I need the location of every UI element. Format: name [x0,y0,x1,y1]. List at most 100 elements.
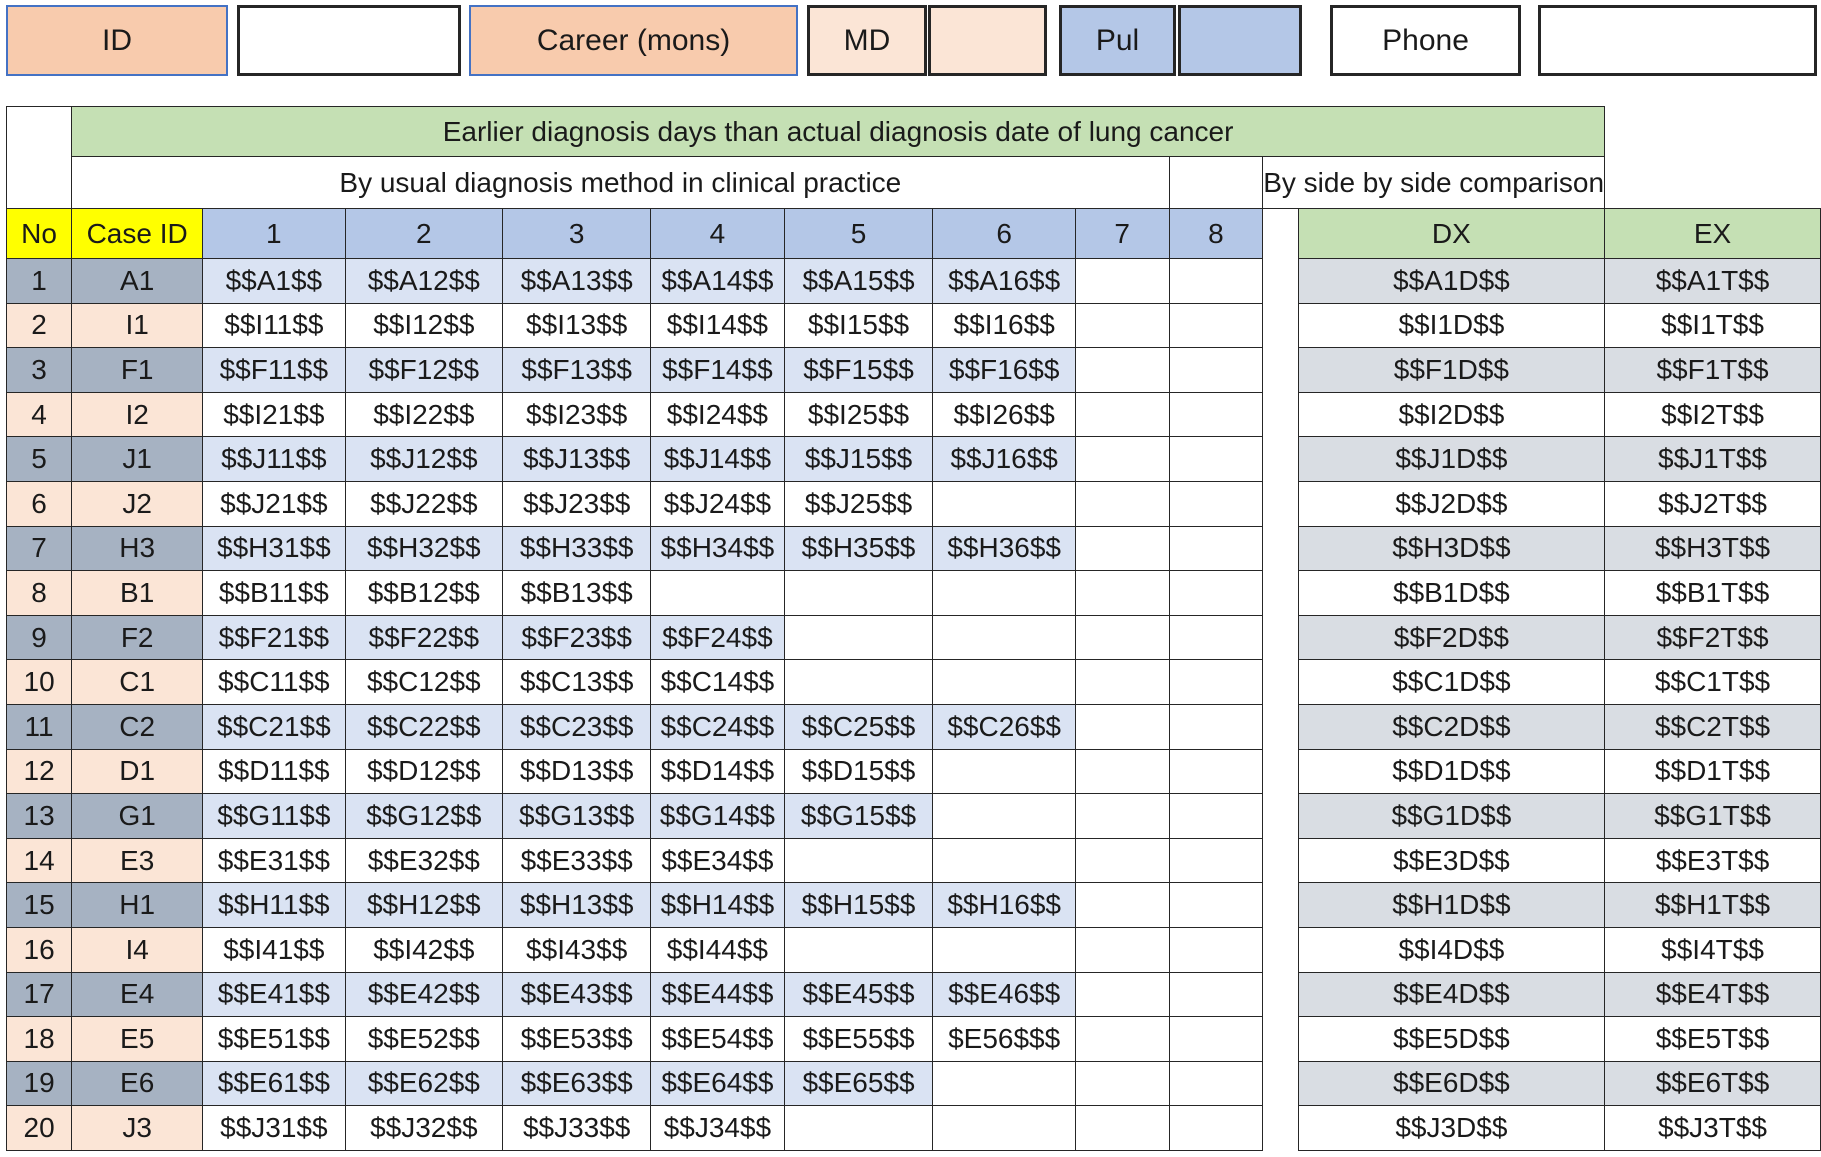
dx-value-cell: $$J2D$$ [1297,480,1606,527]
method-value-cell: $$C13$$ [502,659,652,705]
pul-label: Pul [1059,5,1176,76]
method-value-cell [932,837,1076,884]
col-header-method-4: 4 [650,208,785,259]
method-value-cell: $$I41$$ [202,926,346,973]
method-value-cell: $$A15$$ [783,258,934,304]
method-value-cell [783,837,934,884]
table-row: 2 I1 $$I11$$ $$I12$$ $$I13$$ $$I14$$ $$I15$$ $$… [5,302,1821,349]
ex-value-cell: $$E3T$$ [1604,837,1821,884]
method-value-cell: $$I11$$ [202,302,346,349]
table-row: 13 G1 $$G11$$ $$G12$$ $$G13$$ $$G14$$ $$G15$$ $… [5,793,1821,839]
method-value-cell [1168,347,1264,393]
row-case-id: H1 [71,882,204,928]
col-header-method-8: 8 [1168,208,1264,259]
ex-value-cell: $$F1T$$ [1604,347,1821,393]
method-value-cell [1074,748,1170,795]
method-value-cell: $$I26$$ [932,391,1076,438]
row-no: 16 [5,926,73,973]
method-value-cell: $$J11$$ [202,436,346,482]
method-value-cell: $$C24$$ [650,703,785,750]
method-value-cell [783,1105,934,1151]
ex-value-cell: $$C2T$$ [1604,703,1821,750]
method-value-cell: $$G13$$ [502,793,652,839]
row-no: 9 [5,614,73,661]
gap-cell [1262,303,1299,348]
row-no: 15 [5,882,73,928]
method-value-cell: $$J16$$ [932,436,1076,482]
gap-cell [1168,156,1264,209]
method-value-cell: $$I12$$ [344,302,504,349]
method-value-cell [1074,659,1170,705]
ex-value-cell: $$J1T$$ [1604,436,1821,482]
gap-cell [1262,615,1299,660]
pul-value-field[interactable] [1178,5,1302,76]
method-value-cell: $$E63$$ [502,1060,652,1107]
method-value-cell: $$F12$$ [344,347,504,393]
method-value-cell [1168,971,1264,1018]
method-value-cell [1074,971,1170,1018]
ex-value-cell: $$H3T$$ [1604,525,1821,572]
method-value-cell [783,926,934,973]
column-header-row: No Case ID 1 2 3 4 5 6 7 8 DX EX [5,208,1821,259]
phone-value-field[interactable] [1538,5,1817,76]
method-value-cell: $$E55$$ [783,1016,934,1062]
row-no: 2 [5,302,73,349]
method-value-cell: $$D11$$ [202,748,346,795]
header-row-sub: By usual diagnosis method in clinical pr… [7,156,1821,209]
gap-cell [1262,838,1299,883]
ex-value-cell: $$E5T$$ [1604,1016,1821,1062]
method-value-cell: $$F15$$ [783,347,934,393]
gap-cell [1262,1105,1299,1151]
method-value-cell [783,614,934,661]
table-row: 7 H3 $$H31$$ $$H32$$ $$H33$$ $$H34$$ $$H35$$ $$… [5,525,1821,572]
gap-cell [1262,570,1299,616]
row-case-id: F2 [71,614,204,661]
method-value-cell: $$E61$$ [202,1060,346,1107]
method-value-cell: $$A12$$ [344,258,504,304]
row-case-id: C1 [71,659,204,705]
row-case-id: A1 [71,258,204,304]
method-value-cell: $$E34$$ [650,837,785,884]
table-row: 15 H1 $$H11$$ $$H12$$ $$H13$$ $$H14$$ $$H15$$ $… [5,882,1821,928]
gap-cell [1262,208,1299,259]
method-value-cell [1074,302,1170,349]
id-label: ID [6,5,228,76]
method-value-cell [1074,703,1170,750]
method-value-cell: $$E41$$ [202,971,346,1018]
row-case-id: I4 [71,926,204,973]
method-value-cell [1168,614,1264,661]
col-header-dx: DX [1297,208,1606,259]
method-value-cell [932,480,1076,527]
table-row: 3 F1 $$F11$$ $$F12$$ $$F13$$ $$F14$$ $$F15$$ $$… [5,347,1821,393]
row-no: 3 [5,347,73,393]
method-value-cell [1074,882,1170,928]
gap-cell [1262,258,1299,304]
method-value-cell [1168,926,1264,973]
row-case-id: H3 [71,525,204,572]
ex-value-cell: $$B1T$$ [1604,570,1821,616]
md-value-field[interactable] [928,5,1047,76]
col-header-case-id: Case ID [71,208,204,259]
method-value-cell: $$H33$$ [502,525,652,572]
gap-cell [1262,526,1299,571]
method-value-cell: $$H13$$ [502,882,652,928]
row-no: 20 [5,1105,73,1151]
method-value-cell: $$H31$$ [202,525,346,572]
col-header-method-6: 6 [932,208,1076,259]
table-row: 12 D1 $$D11$$ $$D12$$ $$D13$$ $$D14$$ $$D15$$ $… [5,748,1821,795]
ex-value-cell: $$F2T$$ [1604,614,1821,661]
method-value-cell [932,748,1076,795]
table-row: 20 J3 $$J31$$ $$J32$$ $$J33$$ $$J34$$ $$J3D$$ $… [5,1105,1821,1151]
method-value-cell: $$F22$$ [344,614,504,661]
method-value-cell: $$H14$$ [650,882,785,928]
id-value-field[interactable] [237,5,461,76]
table-row: 14 E3 $$E31$$ $$E32$$ $$E33$$ $$E34$$ $$E3D$$ $… [5,837,1821,884]
method-value-cell: $$E42$$ [344,971,504,1018]
method-value-cell [1168,659,1264,705]
method-value-cell: $$I24$$ [650,391,785,438]
side-by-side-header: By side by side comparison [1262,156,1606,209]
ex-value-cell: $$J2T$$ [1604,480,1821,527]
method-value-cell: $$D15$$ [783,748,934,795]
method-value-cell: $$H12$$ [344,882,504,928]
table-row: 4 I2 $$I21$$ $$I22$$ $$I23$$ $$I24$$ $$I25$$ $$… [5,391,1821,438]
